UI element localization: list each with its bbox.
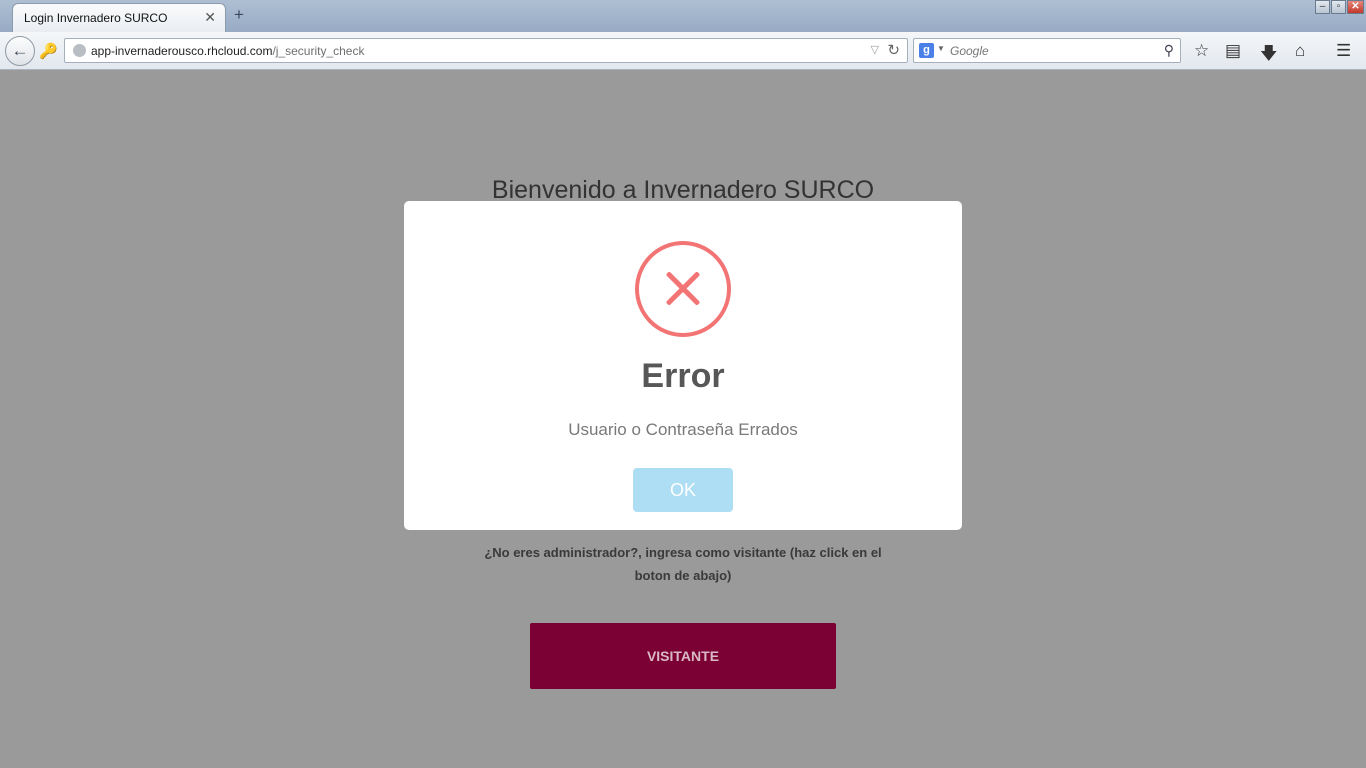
reload-icon[interactable]: ↻: [887, 41, 900, 59]
back-button[interactable]: ←: [5, 36, 35, 66]
visitor-button[interactable]: VISITANTE: [530, 623, 836, 689]
bookmark-star-icon[interactable]: ☆: [1194, 41, 1209, 61]
url-dropdown-icon[interactable]: ▽: [871, 43, 879, 56]
search-engine-dropdown-icon[interactable]: ▼: [937, 44, 945, 53]
menu-icon[interactable]: ☰: [1336, 41, 1351, 61]
navigation-bar: ← 🔑 app-invernaderousco.rhcloud.com/j_se…: [0, 32, 1366, 70]
url-path: /j_security_check: [272, 44, 365, 58]
download-icon[interactable]: 🡇: [1260, 41, 1277, 70]
url-bar[interactable]: app-invernaderousco.rhcloud.com/j_securi…: [64, 38, 908, 63]
globe-icon: [73, 44, 86, 57]
url-text[interactable]: app-invernaderousco.rhcloud.com/j_securi…: [91, 44, 364, 58]
ok-button[interactable]: OK: [633, 468, 733, 512]
key-icon[interactable]: 🔑: [39, 42, 58, 60]
google-icon[interactable]: g: [919, 43, 934, 58]
bookmarks-list-icon[interactable]: ▤: [1225, 41, 1241, 61]
search-bar[interactable]: g ▼ Google ⚲: [913, 38, 1181, 63]
new-tab-button[interactable]: +: [234, 5, 244, 25]
modal-message: Usuario o Contraseña Errados: [568, 420, 798, 439]
visitor-note: ¿No eres administrador?, ingresa como vi…: [484, 545, 882, 583]
search-placeholder: Google: [950, 44, 989, 58]
error-x-icon: [635, 241, 731, 337]
window-close-icon[interactable]: ✕: [1347, 0, 1364, 14]
browser-tab[interactable]: Login Invernadero SURCO ✕: [12, 3, 226, 32]
url-host: app-invernaderousco.rhcloud.com: [91, 44, 273, 58]
search-icon[interactable]: ⚲: [1164, 42, 1174, 59]
minimize-icon[interactable]: –: [1315, 0, 1330, 14]
modal-title: Error: [641, 357, 725, 395]
window-controls: – ▫ ✕: [1314, 0, 1364, 14]
back-arrow-icon: ←: [11, 41, 29, 60]
tab-close-icon[interactable]: ✕: [204, 9, 216, 26]
error-modal: Error Usuario o Contraseña Errados OK: [404, 201, 962, 530]
tab-bar: Login Invernadero SURCO ✕ + – ▫ ✕: [0, 0, 1366, 32]
tab-title: Login Invernadero SURCO: [24, 11, 168, 25]
restore-icon[interactable]: ▫: [1331, 0, 1346, 14]
home-icon[interactable]: ⌂: [1295, 41, 1305, 61]
